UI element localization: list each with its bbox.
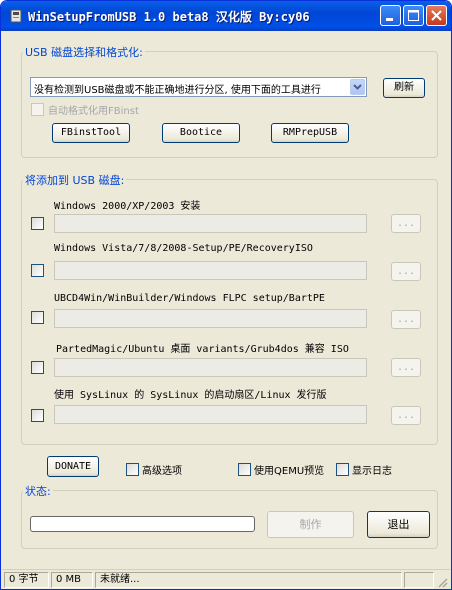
autoformat-label: 自动格式化用FBinst <box>48 106 139 117</box>
qemu-preview-checkbox[interactable] <box>238 463 251 476</box>
donate-button[interactable]: DONATE <box>47 456 99 477</box>
refresh-button[interactable]: 刷新 <box>383 78 425 98</box>
source-label-vista: Windows Vista/7/8/2008-Setup/PE/Recovery… <box>54 243 313 254</box>
autoformat-checkbox[interactable] <box>31 103 44 116</box>
minimize-button[interactable] <box>380 5 401 26</box>
make-button[interactable]: 制作 <box>267 511 354 538</box>
progress-bar <box>30 516 255 532</box>
maximize-icon <box>408 10 419 21</box>
app-icon <box>10 9 22 23</box>
source-checkbox-ubcd4win[interactable] <box>31 311 44 324</box>
dropdown-button[interactable] <box>350 79 365 95</box>
exit-button[interactable]: 退出 <box>367 511 430 538</box>
maximize-button[interactable] <box>403 5 424 26</box>
usb-disk-select[interactable]: 没有检测到USB磁盘或不能正确地进行分区, 使用下面的工具进行 <box>30 77 367 97</box>
browse-button-winxp[interactable]: ... <box>391 214 421 233</box>
source-checkbox-syslinux[interactable] <box>31 409 44 422</box>
close-button[interactable] <box>426 5 447 26</box>
usb-disk-value: 没有检测到USB磁盘或不能正确地进行分区, 使用下面的工具进行 <box>34 85 321 96</box>
show-log-label: 显示日志 <box>352 466 392 477</box>
advanced-options-checkbox[interactable] <box>126 463 139 476</box>
rmprepusb-button[interactable]: RMPrepUSB <box>271 123 349 143</box>
advanced-options-label: 高级选项 <box>142 466 182 477</box>
bootice-button[interactable]: Bootice <box>162 123 240 143</box>
window-title: WinSetupFromUSB 1.0 beta8 汉化版 By:cy06 <box>28 10 310 24</box>
source-checkbox-winxp[interactable] <box>31 217 44 230</box>
usb-select-legend: USB 磁盘选择和格式化: <box>23 44 145 60</box>
browse-button-syslinux[interactable]: ... <box>391 406 421 425</box>
browse-button-vista[interactable]: ... <box>391 262 421 281</box>
chevron-down-icon <box>353 84 362 90</box>
status-text: 未就绪... <box>95 572 402 588</box>
source-checkbox-partedmagic[interactable] <box>31 361 44 374</box>
status-mb: 0 MB <box>51 572 93 588</box>
add-to-usb-legend: 将添加到 USB 磁盘: <box>23 172 127 188</box>
source-checkbox-vista[interactable] <box>31 264 44 277</box>
resize-grip-icon[interactable] <box>436 576 448 588</box>
status-bar: 0 字节 0 MB 未就绪... <box>2 569 450 589</box>
source-path-syslinux[interactable] <box>54 405 367 424</box>
fbinsttool-button[interactable]: FBinstTool <box>52 123 130 143</box>
source-label-winxp: Windows 2000/XP/2003 安装 <box>54 201 201 212</box>
minimize-icon <box>386 18 393 21</box>
source-path-vista[interactable] <box>54 261 367 280</box>
source-path-partedmagic[interactable] <box>54 358 367 377</box>
close-icon <box>431 10 442 21</box>
status-extra <box>404 572 434 588</box>
source-path-winxp[interactable] <box>54 214 367 233</box>
main-window: WinSetupFromUSB 1.0 beta8 汉化版 By:cy06 US… <box>0 0 452 590</box>
qemu-preview-label: 使用QEMU预览 <box>254 466 325 477</box>
browse-button-partedmagic[interactable]: ... <box>391 358 421 377</box>
source-path-ubcd4win[interactable] <box>54 309 367 328</box>
source-label-syslinux: 使用 SysLinux 的 SysLinux 的启动扇区/Linux 发行版 <box>54 390 327 401</box>
status-bytes: 0 字节 <box>4 572 49 588</box>
title-bar[interactable]: WinSetupFromUSB 1.0 beta8 汉化版 By:cy06 <box>1 1 451 31</box>
status-legend: 状态: <box>23 483 53 499</box>
browse-button-ubcd4win[interactable]: ... <box>391 310 421 329</box>
source-label-partedmagic: PartedMagic/Ubuntu 桌面 variants/Grub4dos … <box>56 344 349 355</box>
source-label-ubcd4win: UBCD4Win/WinBuilder/Windows FLPC setup/B… <box>54 293 325 304</box>
show-log-checkbox[interactable] <box>336 463 349 476</box>
